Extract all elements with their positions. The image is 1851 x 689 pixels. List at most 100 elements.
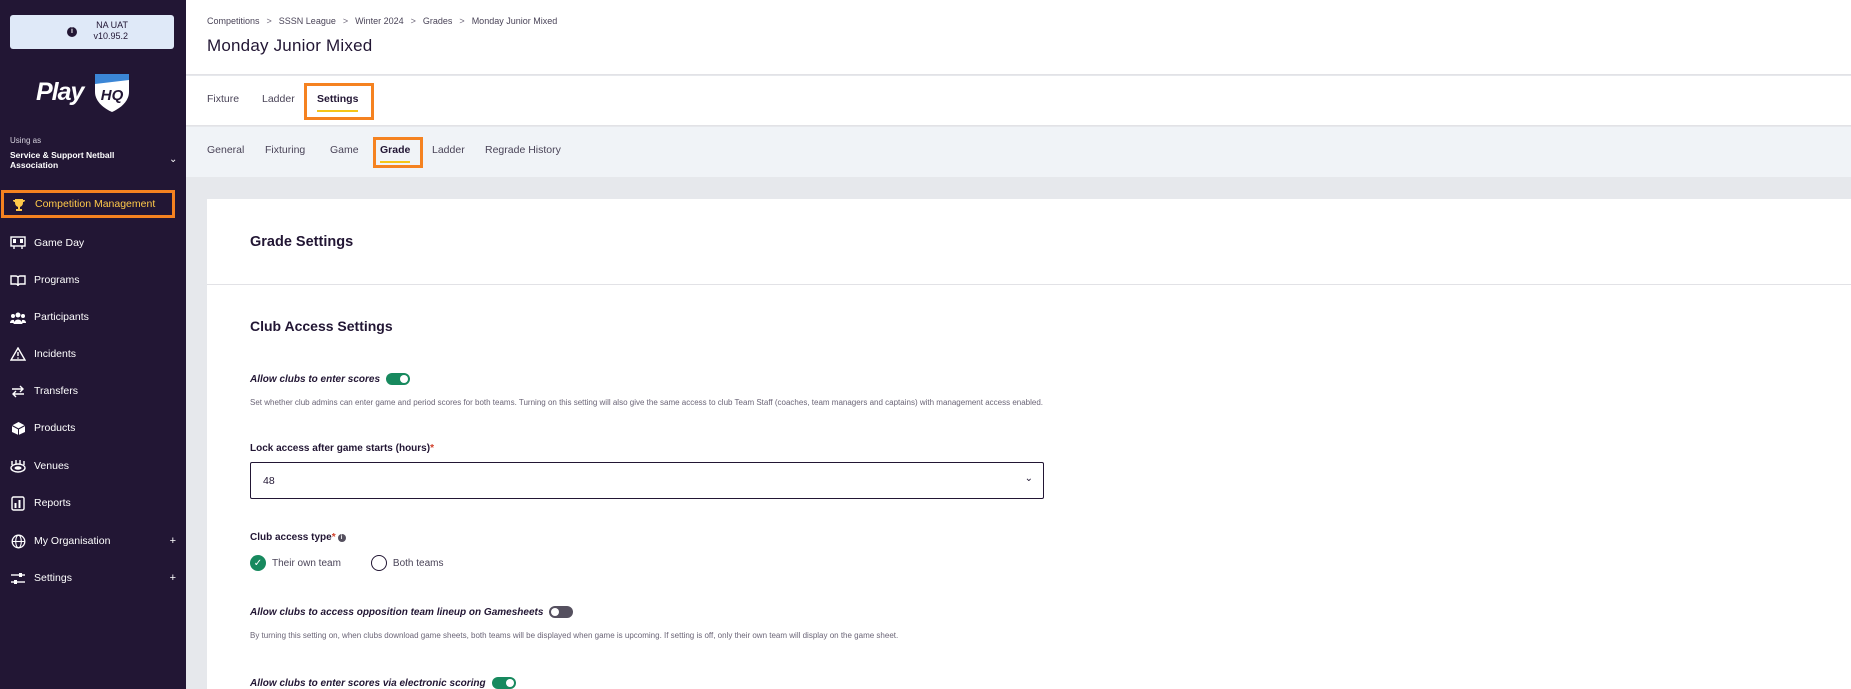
allow-scores-label: Allow clubs to enter scores	[250, 373, 381, 385]
sidebar-item-competition-management[interactable]: Competition Management	[1, 190, 175, 218]
sidebar-item-incidents[interactable]: Incidents	[0, 339, 186, 369]
breadcrumb-separator: >	[266, 16, 272, 26]
lock-access-value: 48	[263, 475, 275, 487]
sidebar-item-settings[interactable]: Settings +	[0, 563, 186, 593]
secondary-tabs: General Fixturing Game Grade Ladder Regr…	[186, 127, 1851, 177]
club-access-type-label: Club access type	[250, 532, 332, 543]
sidebar-item-label: Programs	[34, 274, 80, 286]
highlight-box	[373, 137, 423, 168]
sidebar: i NA UAT v10.95.2 Play HQ Using as Servi…	[0, 0, 186, 689]
breadcrumb-current: Monday Junior Mixed	[471, 16, 558, 26]
sidebar-item-participants[interactable]: Participants	[0, 302, 186, 332]
sidebar-item-label: Venues	[34, 460, 70, 472]
subtab-fixturing[interactable]: Fixturing	[265, 144, 305, 156]
info-icon: i	[67, 27, 77, 37]
sidebar-item-my-organisation[interactable]: My Organisation +	[0, 526, 186, 556]
scoreboard-icon	[9, 234, 27, 252]
page-title: Monday Junior Mixed	[207, 36, 373, 55]
subtab-regrade-history[interactable]: Regrade History	[485, 144, 561, 156]
subtab-game[interactable]: Game	[330, 144, 359, 156]
sidebar-item-reports[interactable]: Reports	[0, 488, 186, 518]
radio-label: Both teams	[392, 557, 444, 569]
people-icon	[9, 308, 27, 326]
logo-mark-text: HQ	[101, 87, 124, 104]
subtab-ladder[interactable]: Ladder	[432, 144, 465, 156]
expand-plus-icon[interactable]: +	[170, 572, 176, 584]
sidebar-item-label: My Organisation	[34, 535, 111, 547]
opposition-lineup-toggle[interactable]	[549, 606, 574, 618]
organisation-switcher[interactable]: Service & Support Netball Association	[10, 150, 150, 170]
sidebar-item-programs[interactable]: Programs	[0, 265, 186, 295]
breadcrumb-league[interactable]: SSSN League	[279, 16, 336, 26]
page-header: Competitions > SSSN League > Winter 2024…	[186, 0, 1851, 75]
breadcrumb: Competitions > SSSN League > Winter 2024…	[207, 16, 557, 26]
electronic-scoring-field: Allow clubs to enter scores via electron…	[250, 677, 516, 689]
expand-plus-icon[interactable]: +	[170, 535, 176, 547]
electronic-scoring-toggle[interactable]	[491, 677, 516, 689]
primary-tabs: Fixture Ladder Settings	[186, 76, 1851, 126]
sidebar-item-label: Competition Management	[35, 198, 156, 210]
sidebar-item-label: Reports	[34, 497, 71, 509]
subtab-general[interactable]: General	[207, 144, 244, 156]
using-as-label: Using as	[10, 136, 42, 145]
sidebar-item-transfers[interactable]: Transfers	[0, 376, 186, 406]
club-access-type-options: ✓ Their own team Both teams	[250, 555, 444, 571]
sidebar-item-venues[interactable]: Venues	[0, 451, 186, 481]
required-marker: *	[331, 532, 336, 543]
sidebar-item-label: Game Day	[34, 237, 85, 249]
breadcrumb-separator: >	[410, 16, 416, 26]
allow-scores-toggle[interactable]	[386, 373, 411, 385]
stadium-icon	[9, 457, 27, 475]
radio-label: Their own team	[272, 557, 341, 569]
allow-scores-field: Allow clubs to enter scores	[250, 373, 411, 385]
section-title: Grade Settings	[250, 234, 354, 250]
book-icon	[9, 271, 27, 289]
logo-shield-icon: HQ	[95, 74, 129, 112]
club-access-settings-title: Club Access Settings	[250, 318, 393, 334]
info-icon[interactable]: i	[337, 533, 346, 542]
grade-settings-panel: Grade Settings Club Access Settings Allo…	[207, 199, 1851, 689]
logo-text: Play	[36, 78, 84, 106]
opposition-lineup-help: By turning this setting on, when clubs d…	[250, 631, 899, 640]
environment-badge: i NA UAT v10.95.2	[10, 15, 174, 49]
breadcrumb-season[interactable]: Winter 2024	[355, 16, 404, 26]
highlight-box	[304, 83, 374, 120]
sidebar-item-label: Products	[34, 422, 76, 434]
tab-fixture[interactable]: Fixture	[207, 93, 239, 105]
breadcrumb-grades[interactable]: Grades	[423, 16, 453, 26]
electronic-scoring-label: Allow clubs to enter scores via electron…	[250, 677, 486, 689]
radio-their-own-team[interactable]: ✓	[250, 555, 266, 571]
environment-version: v10.95.2	[93, 31, 128, 41]
sidebar-item-label: Incidents	[34, 348, 77, 360]
report-icon	[9, 494, 27, 512]
environment-name: NA UAT	[96, 20, 128, 30]
required-marker: *	[430, 443, 434, 454]
divider	[207, 284, 1851, 285]
playhq-logo[interactable]: Play HQ	[36, 70, 136, 114]
opposition-lineup-field: Allow clubs to access opposition team li…	[250, 606, 574, 618]
opposition-lineup-label: Allow clubs to access opposition team li…	[250, 606, 544, 618]
lock-access-select[interactable]: 48 ⌄	[250, 462, 1044, 499]
box-icon	[9, 419, 27, 437]
warning-icon	[9, 345, 27, 363]
trophy-icon	[10, 195, 28, 213]
chevron-down-icon[interactable]: ⌄	[169, 154, 177, 165]
allow-scores-help: Set whether club admins can enter game a…	[250, 398, 1044, 407]
chevron-down-icon: ⌄	[1024, 473, 1033, 484]
breadcrumb-separator: >	[342, 16, 349, 26]
sidebar-item-label: Participants	[34, 311, 89, 323]
transfer-arrows-icon	[9, 382, 27, 400]
sidebar-item-label: Transfers	[34, 385, 78, 397]
breadcrumb-separator: >	[459, 16, 465, 26]
sliders-icon	[9, 569, 27, 587]
sidebar-item-label: Settings	[34, 572, 72, 584]
globe-icon	[9, 532, 27, 550]
club-access-type-field: Club access type* i	[250, 532, 346, 543]
lock-access-label: Lock access after game starts (hours)	[250, 443, 431, 454]
sidebar-item-game-day[interactable]: Game Day	[0, 228, 186, 258]
radio-both-teams[interactable]	[370, 555, 387, 571]
tab-ladder[interactable]: Ladder	[262, 93, 295, 105]
sidebar-item-products[interactable]: Products	[0, 413, 186, 443]
breadcrumb-competitions[interactable]: Competitions	[207, 16, 260, 26]
lock-access-field: Lock access after game starts (hours)*	[250, 443, 434, 454]
